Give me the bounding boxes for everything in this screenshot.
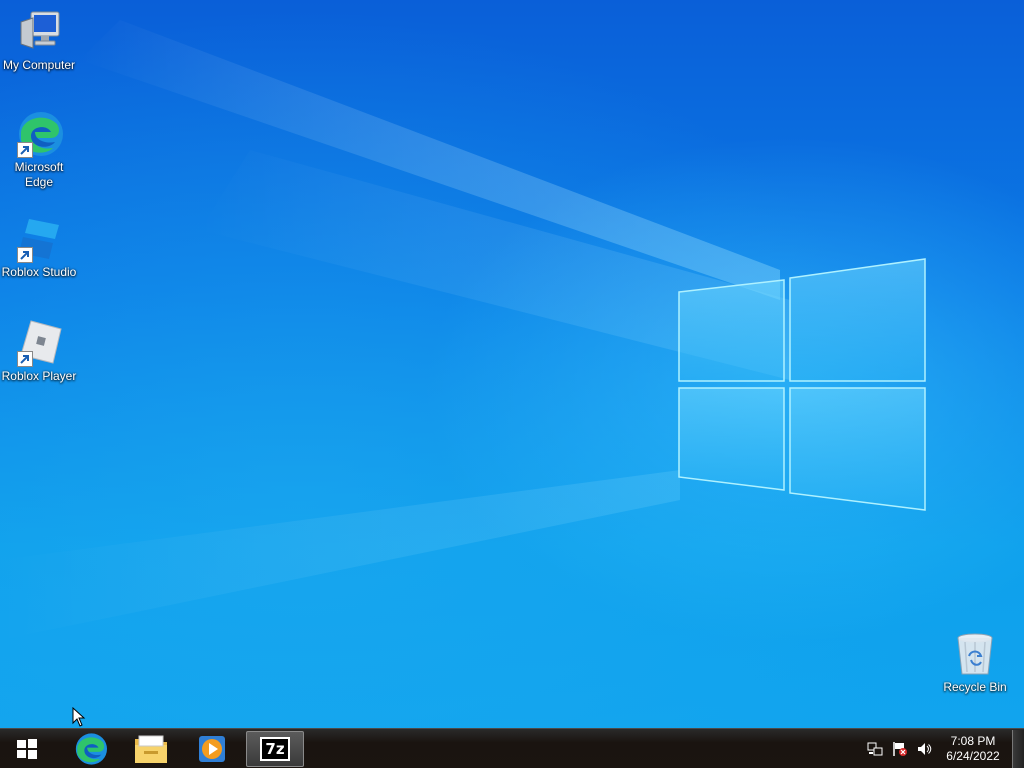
desktop-icon-my-computer[interactable]: My Computer (0, 8, 78, 73)
desktop-icon-roblox-studio[interactable]: Roblox Studio (0, 215, 78, 280)
system-tray: 7:08 PM 6/24/2022 (854, 729, 1024, 768)
network-icon[interactable] (867, 741, 883, 757)
media-player-icon (199, 736, 225, 762)
desktop-icon-label: Recycle Bin (943, 680, 1007, 694)
clock-time: 7:08 PM (950, 734, 996, 748)
shortcut-arrow-icon (17, 247, 33, 263)
desktop-icon-label: Roblox Studio (1, 265, 77, 279)
taskbar-7zip-button[interactable]: 7z (246, 731, 304, 767)
start-button[interactable] (0, 731, 54, 767)
7zip-icon: 7z (260, 737, 290, 761)
action-center-flag-icon[interactable] (892, 741, 908, 757)
7zip-icon-label: 7z (265, 740, 285, 758)
taskbar-file-explorer-button[interactable] (123, 731, 179, 767)
desktop-wallpaper (0, 0, 1024, 728)
edge-icon (75, 733, 107, 765)
desktop-icon-recycle-bin[interactable]: Recycle Bin (936, 630, 1014, 695)
wallpaper-light-beams (0, 20, 926, 640)
roblox-studio-icon (15, 215, 63, 263)
windows-logo-graphic (678, 258, 926, 511)
clock-date: 6/24/2022 (946, 749, 1000, 763)
show-desktop-button[interactable] (1012, 730, 1024, 768)
edge-icon (15, 110, 63, 158)
desktop-icon-label: My Computer (2, 58, 76, 72)
taskbar: 7z 7:08 PM 6/24/2022 (0, 728, 1024, 768)
mouse-cursor-icon (72, 707, 86, 727)
roblox-player-icon (15, 319, 63, 367)
recycle-bin-icon (951, 630, 999, 678)
desktop-icon-label: Microsoft Edge (14, 160, 64, 189)
volume-icon[interactable] (916, 741, 932, 757)
desktop-icon-microsoft-edge[interactable]: Microsoft Edge (0, 110, 78, 190)
windows-logo-icon (17, 739, 37, 759)
shortcut-arrow-icon (17, 142, 33, 158)
taskbar-edge-button[interactable] (62, 731, 118, 767)
desktop-icon-roblox-player[interactable]: Roblox Player (0, 319, 78, 384)
shortcut-arrow-icon (17, 351, 33, 367)
taskbar-media-player-button[interactable] (184, 731, 240, 767)
desktop-icon-label: Roblox Player (1, 369, 77, 383)
file-explorer-icon (135, 735, 167, 763)
taskbar-clock[interactable]: 7:08 PM 6/24/2022 (938, 734, 1008, 764)
computer-icon (15, 8, 63, 56)
